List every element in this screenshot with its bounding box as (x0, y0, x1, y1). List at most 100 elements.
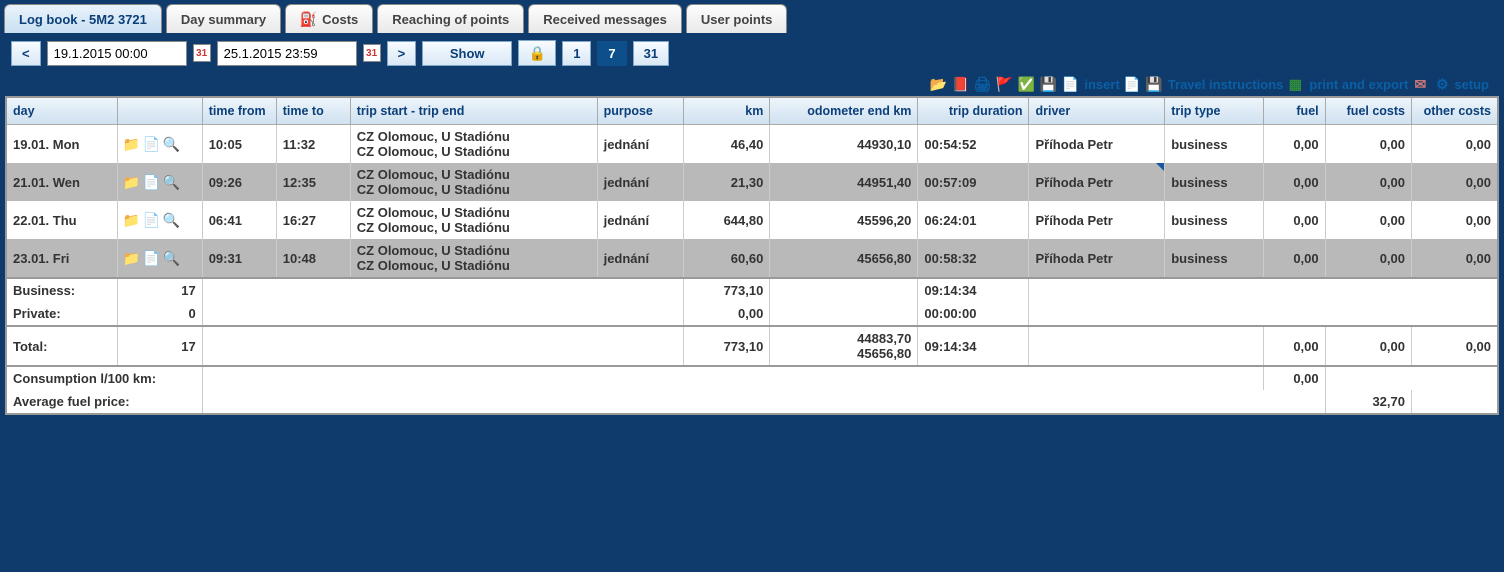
summary-total-other: 0,00 (1412, 326, 1499, 366)
table-row[interactable]: 21.01. Wen 📁 📄 🔍 09:26 12:35 CZ Olomouc,… (6, 163, 1498, 201)
search-icon[interactable]: 🔍 (164, 212, 180, 228)
search-icon[interactable]: 🔍 (164, 174, 180, 190)
cell-time-to: 10:48 (276, 239, 350, 278)
cell-fuel: 0,00 (1263, 163, 1325, 201)
col-duration[interactable]: trip duration (918, 97, 1029, 125)
tab-user-points[interactable]: User points (686, 4, 788, 33)
col-time-from[interactable]: time from (202, 97, 276, 125)
col-day[interactable]: day (6, 97, 117, 125)
range-31-button[interactable]: 31 (633, 41, 669, 66)
summary-private-km: 0,00 (683, 302, 769, 326)
disk-icon[interactable]: 💾 (1146, 76, 1162, 92)
cell-km: 46,40 (683, 125, 769, 164)
lock-icon: 🔒 (529, 45, 545, 61)
document-icon[interactable]: 📄 (144, 174, 160, 190)
search-icon[interactable]: 🔍 (164, 136, 180, 152)
tab-reaching-points[interactable]: Reaching of points (377, 4, 524, 33)
cell-driver: Příhoda Petr (1029, 201, 1165, 239)
cell-km: 60,60 (683, 239, 769, 278)
action-toolbar: 📂 📕 🖨 🚩 ✅ 💾 📄 insert 📄 💾 Travel instruct… (5, 72, 1499, 96)
cell-odo: 45596,20 (770, 201, 918, 239)
travel-label: Travel instructions (1168, 77, 1284, 92)
col-fuel[interactable]: fuel (1263, 97, 1325, 125)
tab-log-book[interactable]: Log book - 5M2 3721 (4, 4, 162, 33)
cell-purpose: jednání (597, 163, 683, 201)
cell-purpose: jednání (597, 201, 683, 239)
col-purpose[interactable]: purpose (597, 97, 683, 125)
search-icon[interactable]: 🔍 (164, 250, 180, 266)
add-green-icon[interactable]: 📂 (930, 76, 946, 92)
cell-km: 644,80 (683, 201, 769, 239)
summary-business-count: 17 (117, 278, 202, 302)
table-row[interactable]: 23.01. Fri 📁 📄 🔍 09:31 10:48 CZ Olomouc,… (6, 239, 1498, 278)
calendar-from-icon[interactable]: 31 (193, 44, 211, 62)
table-row[interactable]: 19.01. Mon 📁 📄 🔍 10:05 11:32 CZ Olomouc,… (6, 125, 1498, 164)
range-7-button[interactable]: 7 (597, 41, 626, 66)
folder-icon[interactable]: 📁 (124, 136, 140, 152)
cell-trip: CZ Olomouc, U StadiónuCZ Olomouc, U Stad… (350, 239, 597, 278)
date-controls: < 31 31 > Show 🔒 1 7 31 (5, 34, 1499, 72)
cell-odo: 45656,80 (770, 239, 918, 278)
calendar-to-icon[interactable]: 31 (363, 44, 381, 62)
date-to-input[interactable] (217, 41, 357, 66)
consumption-label: Consumption l/100 km: (6, 366, 202, 390)
document-icon[interactable]: 📄 (144, 250, 160, 266)
col-fuel-costs[interactable]: fuel costs (1325, 97, 1411, 125)
range-1-button[interactable]: 1 (562, 41, 591, 66)
excel-icon: ▦ (1287, 76, 1303, 92)
folder-icon[interactable]: 📁 (124, 250, 140, 266)
cell-fuel: 0,00 (1263, 201, 1325, 239)
summary-private-dur: 00:00:00 (918, 302, 1029, 326)
cell-fuel-costs: 0,00 (1325, 239, 1411, 278)
col-driver[interactable]: driver (1029, 97, 1165, 125)
cell-time-from: 09:31 (202, 239, 276, 278)
col-time-to[interactable]: time to (276, 97, 350, 125)
cell-time-to: 11:32 (276, 125, 350, 164)
summary-business-km: 773,10 (683, 278, 769, 302)
col-odo[interactable]: odometer end km (770, 97, 918, 125)
col-trip-type[interactable]: trip type (1165, 97, 1264, 125)
cell-trip-type: business (1165, 125, 1264, 164)
cell-actions: 📁 📄 🔍 (117, 201, 202, 239)
cell-time-from: 06:41 (202, 201, 276, 239)
document-icon[interactable]: 📄 (144, 212, 160, 228)
cell-fuel: 0,00 (1263, 239, 1325, 278)
cell-day: 23.01. Fri (6, 239, 117, 278)
cell-other-costs: 0,00 (1412, 239, 1499, 278)
folder-icon[interactable]: 📁 (124, 174, 140, 190)
table-row[interactable]: 22.01. Thu 📁 📄 🔍 06:41 16:27 CZ Olomouc,… (6, 201, 1498, 239)
new-doc-icon[interactable]: 📄 (1062, 76, 1078, 92)
add-red-icon[interactable]: 📕 (952, 76, 968, 92)
col-trip[interactable]: trip start - trip end (350, 97, 597, 125)
gear-icon: ⚙ (1434, 76, 1450, 92)
summary-business-dur: 09:14:34 (918, 278, 1029, 302)
setup-link[interactable]: ⚙ setup (1434, 76, 1489, 92)
col-icons (117, 97, 202, 125)
cell-driver: Příhoda Petr (1029, 239, 1165, 278)
lock-button[interactable]: 🔒 (518, 40, 556, 66)
cell-actions: 📁 📄 🔍 (117, 239, 202, 278)
print-icon[interactable]: 🖨 (974, 76, 990, 92)
travel-instructions-link[interactable]: Travel instructions ▦ (1168, 76, 1304, 92)
tab-day-summary[interactable]: Day summary (166, 4, 281, 33)
date-from-input[interactable] (47, 41, 187, 66)
flag-icon[interactable]: 🚩 (996, 76, 1012, 92)
document-icon[interactable]: 📄 (144, 136, 160, 152)
cell-odo: 44951,40 (770, 163, 918, 201)
tab-received-messages[interactable]: Received messages (528, 4, 682, 33)
cell-duration: 00:57:09 (918, 163, 1029, 201)
tab-costs-label: Costs (322, 12, 358, 27)
check-icon[interactable]: ✅ (1018, 76, 1034, 92)
print-export-link[interactable]: print and export ✉ (1309, 76, 1428, 92)
prev-button[interactable]: < (11, 41, 41, 66)
tab-costs[interactable]: ⛽ Costs (285, 4, 373, 33)
col-other-costs[interactable]: other costs (1412, 97, 1499, 125)
cell-duration: 00:58:32 (918, 239, 1029, 278)
show-button[interactable]: Show (422, 41, 512, 66)
save-icon[interactable]: 💾 (1040, 76, 1056, 92)
folder-icon[interactable]: 📁 (124, 212, 140, 228)
col-km[interactable]: km (683, 97, 769, 125)
insert-link[interactable]: insert 📄 (1084, 76, 1139, 92)
cell-trip: CZ Olomouc, U StadiónuCZ Olomouc, U Stad… (350, 125, 597, 164)
next-button[interactable]: > (387, 41, 417, 66)
